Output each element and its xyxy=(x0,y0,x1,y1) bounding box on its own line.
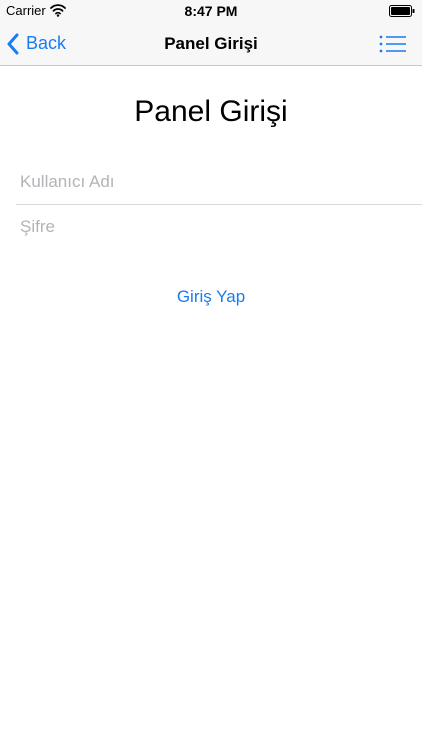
back-button[interactable]: Back xyxy=(6,22,66,65)
chevron-left-icon xyxy=(7,33,19,54)
battery-icon xyxy=(389,5,415,17)
login-button[interactable]: Giriş Yap xyxy=(0,284,422,310)
list-icon[interactable] xyxy=(378,32,408,56)
navigation-bar: Back Panel Girişi xyxy=(0,22,422,66)
username-field[interactable] xyxy=(16,160,422,204)
page-title: Panel Girişi xyxy=(134,95,288,128)
back-button-label: Back xyxy=(26,33,67,53)
password-field[interactable] xyxy=(16,205,422,249)
status-time: 8:47 PM xyxy=(184,3,238,19)
status-bar: Carrier 8:47 PM xyxy=(0,0,422,22)
